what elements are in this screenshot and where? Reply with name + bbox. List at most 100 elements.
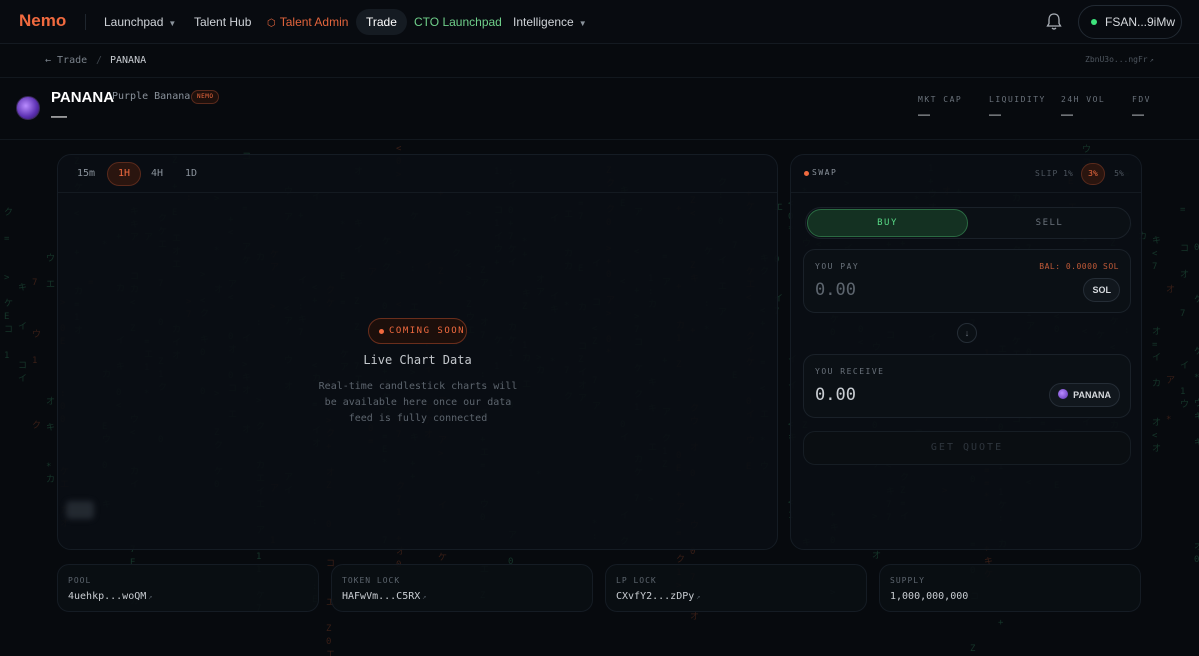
chart-panel: 15m 1H 4H 1D COMING SOON Live Chart Data… [57,154,778,550]
token-symbol: PANANA [51,89,115,106]
token-avatar [16,96,40,120]
stat-label-fdv: FDV [1132,95,1151,104]
token-badge: NEMO [191,90,220,104]
status-dot [379,329,384,334]
pay-amount-input[interactable]: 0.00 [815,280,856,300]
info-card-value: 1,000,000,000 [890,591,969,602]
pool-address-link[interactable]: 4uehkp...woQM ↗ [68,591,153,602]
top-nav: Nemo Launchpad ▼ Talent Hub ⬡ Talent Admin… [0,0,1199,44]
info-card-token-lock: TOKEN LOCK HAFwVm...C5RX ↗ [331,564,593,612]
receive-label: YOU RECEIVE [815,367,885,376]
info-card-label: POOL [68,576,92,585]
stat-value-24h-vol: — [1061,107,1073,121]
breadcrumb-separator: / [96,55,103,66]
stat-label-mkt-cap: MKT CAP [918,95,963,104]
external-link-icon: ↗ [696,593,701,601]
token-lock-link[interactable]: HAFwVm...C5RX ↗ [342,591,427,602]
external-link-icon: ↗ [1149,56,1154,64]
logo[interactable]: Nemo [19,11,66,31]
info-card-supply: SUPPLY 1,000,000,000 [879,564,1141,612]
info-card-value: HAFwVm...C5RX [342,591,421,602]
timeframe-15m[interactable]: 15m [67,162,105,186]
lp-lock-link[interactable]: CXvfY2...zDPy ↗ [616,591,701,602]
nav-trade-label: Trade [366,15,397,29]
receive-amount: 0.00 [815,385,856,405]
coming-soon-badge: COMING SOON [368,318,467,344]
nav-talent-hub-label: Talent Hub [194,15,252,29]
token-header: PANANA Purple Banana NEMO — MKT CAP — LI… [0,78,1199,140]
matrix-column: オ ア * [1166,285,1176,425]
chart-watermark-logo [66,501,94,519]
info-card-label: TOKEN LOCK [342,576,401,585]
buy-sell-toggle: BUY SELL [805,207,1131,239]
matrix-column: キ < 7 オ = イ カ オ < オ [1152,236,1162,454]
pay-token-selector[interactable]: SOL [1083,278,1120,302]
pay-box: YOU PAY BAL: 0.0000 SOL 0.00 SOL [803,249,1131,313]
matrix-column: = コ オ 7 イ 1 ウ [1180,205,1190,410]
slippage-option-3[interactable]: 3% [1081,163,1105,185]
nav-intelligence[interactable]: Intelligence ▼ [503,9,597,35]
nav-launchpad-label: Launchpad [104,15,164,29]
nav-talent-admin[interactable]: ⬡ Talent Admin [257,9,358,35]
stat-label-24h-vol: 24H VOL [1061,95,1106,104]
get-quote-button[interactable]: GET QUOTE [803,431,1131,465]
breadcrumb-current: PANANA [110,55,147,66]
balance-text[interactable]: BAL: 0.0000 SOL [1039,262,1119,271]
matrix-column: 7 ウ 1 ク [32,278,42,431]
shield-icon: ⬡ [267,18,276,29]
external-link-icon: ↗ [148,593,153,601]
swap-panel: SWAP SLIP 1% 3% 5% BUY SELL YOU PAY BAL:… [790,154,1142,550]
token-price: — [51,108,67,125]
chevron-down-icon: ▼ [168,19,177,28]
info-card-lp-lock: LP LOCK CXvfY2...zDPy ↗ [605,564,867,612]
timeframe-4h[interactable]: 4H [141,162,173,186]
nav-launchpad[interactable]: Launchpad ▼ [94,9,186,35]
receive-box: YOU RECEIVE 0.00 PANANA [803,354,1131,418]
connected-status-dot [1091,19,1097,25]
contract-address-link[interactable]: ZbnU3o...ngFr ↗ [1085,55,1154,64]
timeframe-1h[interactable]: 1H [107,162,142,186]
chevron-down-icon: ▼ [578,19,587,28]
info-card-pool: POOL 4uehkp...woQM ↗ [57,564,319,612]
receive-token-selector[interactable]: PANANA [1049,383,1120,407]
pay-label: YOU PAY [815,262,860,271]
coming-soon-label: COMING SOON [389,326,466,336]
bell-icon[interactable] [1045,12,1063,32]
receive-token-label: PANANA [1073,390,1111,400]
matrix-column: キ イ コ イ [18,283,28,384]
breadcrumb: ← Trade / PANANA ZbnU3o...ngFr ↗ [0,44,1199,78]
nav-trade[interactable]: Trade [356,9,407,35]
stat-label-liquidity: LIQUIDITY [989,95,1046,104]
contract-address: ZbnU3o...ngFr [1085,55,1148,64]
slippage-option-1[interactable]: 1% [1056,163,1080,185]
chart-placeholder-description: Real-time candlestick charts will be ava… [318,381,518,424]
info-card-value: CXvfY2...zDPy [616,591,695,602]
matrix-column: ク = > ケ Е コ 1 [4,208,14,361]
nav-talent-admin-label: Talent Admin [279,15,349,29]
stat-value-mkt-cap: — [918,107,930,121]
buy-tab[interactable]: BUY [807,209,968,237]
nav-cto-launchpad[interactable]: CTO Launchpad [404,9,512,35]
matrix-column: 0 ケ ケ * ウ キ キ オ 0 [1194,243,1199,565]
stat-value-fdv: — [1132,107,1144,121]
swap-title: SWAP [812,168,838,177]
info-card-label: SUPPLY [890,576,925,585]
stat-value-liquidity: — [989,107,1001,121]
sell-tab[interactable]: SELL [969,209,1130,237]
info-card-value: 4uehkp...woQM [68,591,147,602]
nav-cto-launchpad-label: CTO Launchpad [414,15,502,29]
token-icon [1058,389,1069,399]
arrow-down-icon[interactable]: ↓ [957,323,977,343]
info-card-label: LP LOCK [616,576,657,585]
timeframe-1d[interactable]: 1D [175,162,207,186]
slippage-label: SLIP [1035,169,1059,178]
nav-divider [85,14,86,30]
external-link-icon: ↗ [422,593,427,601]
swap-header: SWAP SLIP 1% 3% 5% [791,155,1141,193]
nav-talent-hub[interactable]: Talent Hub [184,9,261,35]
breadcrumb-back-link[interactable]: ← Trade [45,55,87,66]
status-dot [804,171,809,176]
slippage-option-5[interactable]: 5% [1107,163,1131,185]
wallet-button[interactable]: FSAN...9iMw [1078,5,1182,39]
timeframe-bar: 15m 1H 4H 1D [58,155,777,193]
